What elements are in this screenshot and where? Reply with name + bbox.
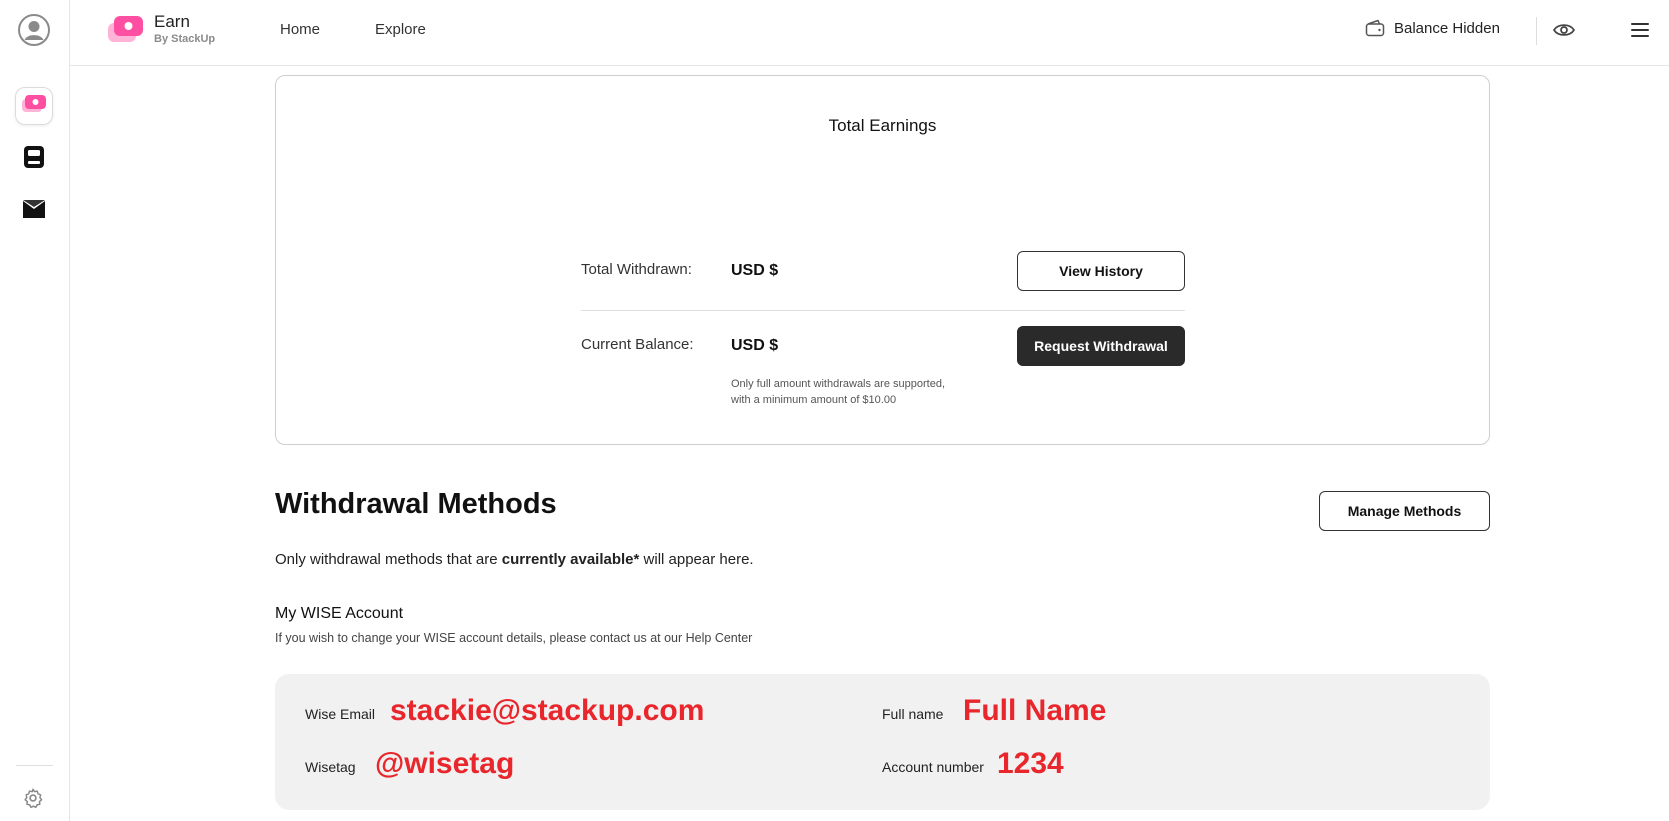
current-balance-value: USD $	[731, 337, 779, 354]
wisetag-label: Wisetag	[305, 759, 356, 775]
brand-title: Earn	[154, 12, 190, 31]
withdrawal-note: Only full amount withdrawals are support…	[731, 376, 991, 408]
top-bar: Earn By StackUp Home Explore Balance Hid…	[70, 0, 1669, 66]
balance-toggle[interactable]: Balance Hidden	[1365, 19, 1500, 37]
earnings-divider	[581, 310, 1185, 311]
withdrawal-methods-title: Withdrawal Methods	[275, 488, 557, 520]
total-withdrawn-value: USD $	[731, 262, 779, 279]
wallet-icon	[1365, 19, 1385, 37]
balance-label: Balance Hidden	[1394, 19, 1500, 37]
wise-account-details: Wise Email stackie@stackup.com Full name…	[275, 674, 1490, 810]
left-rail	[0, 0, 70, 821]
desc-text-bold: currently available*	[501, 551, 640, 568]
full-name-label: Full name	[882, 706, 944, 722]
withdrawal-note-line-1: Only full amount withdrawals are support…	[731, 378, 945, 390]
earn-logo-icon	[106, 14, 144, 44]
wise-email-label: Wise Email	[305, 706, 376, 722]
total-earnings-title: Total Earnings	[828, 116, 937, 135]
rail-item-learn[interactable]	[15, 140, 53, 178]
brand[interactable]: Earn By StackUp	[106, 12, 215, 46]
withdrawal-note-line-2: with a minimum amount of $10.00	[731, 394, 897, 406]
rail-divider	[16, 765, 53, 766]
request-withdrawal-button[interactable]: Request Withdrawal	[1017, 326, 1185, 366]
book-icon	[23, 145, 45, 174]
view-history-button[interactable]: View History	[1017, 251, 1185, 291]
withdrawal-methods-description: Only withdrawal methods that are current…	[275, 551, 754, 568]
account-number-value: 1234	[997, 747, 1064, 780]
desc-text-post: will appear here.	[639, 551, 754, 568]
rail-item-mail[interactable]	[15, 192, 53, 230]
hamburger-menu-icon[interactable]	[1630, 21, 1650, 44]
wisetag-value: @wisetag	[375, 747, 515, 780]
wise-email-value: stackie@stackup.com	[390, 694, 705, 727]
wise-account-subtitle: If you wish to change your WISE account …	[275, 631, 753, 645]
desc-text-pre: Only withdrawal methods that are	[275, 551, 502, 568]
current-balance-label: Current Balance:	[581, 336, 694, 353]
rail-item-earn[interactable]	[15, 87, 53, 125]
full-name-value: Full Name	[963, 694, 1107, 727]
nav-explore[interactable]: Explore	[375, 21, 426, 38]
gear-icon[interactable]	[22, 787, 46, 811]
account-number-label: Account number	[882, 759, 984, 775]
nav-home[interactable]: Home	[280, 21, 320, 38]
mail-icon	[22, 199, 46, 224]
earnings-card: Total Earnings Total Withdrawn: USD $ Vi…	[275, 75, 1490, 445]
eye-icon[interactable]	[1552, 20, 1576, 45]
topbar-divider	[1536, 17, 1537, 45]
brand-subtitle: By StackUp	[154, 33, 216, 45]
wise-account-title: My WISE Account	[275, 605, 404, 622]
avatar-icon[interactable]	[18, 14, 50, 46]
total-withdrawn-label: Total Withdrawn:	[581, 261, 692, 278]
manage-methods-button[interactable]: Manage Methods	[1319, 491, 1490, 531]
earn-icon	[21, 94, 47, 119]
